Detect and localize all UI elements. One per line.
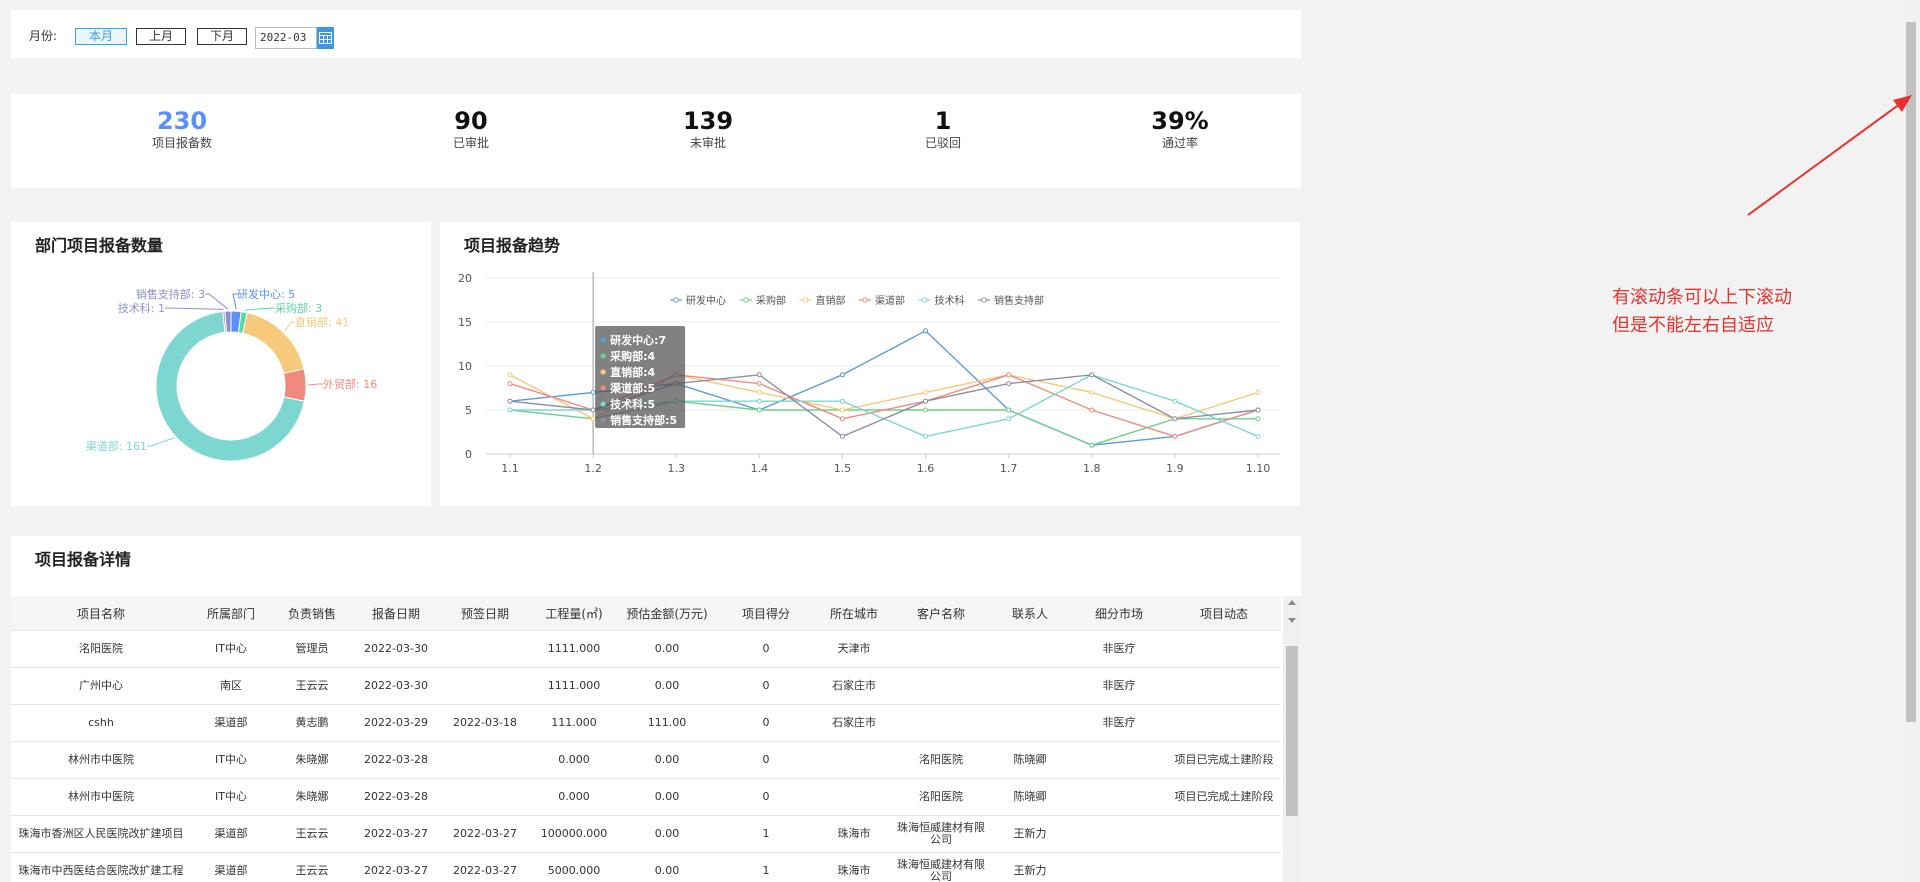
annotation-note: 有滚动条可以上下滚动 但是不能左右自适应 <box>1612 287 1792 336</box>
annotation-arrow-icon <box>1747 95 1912 216</box>
